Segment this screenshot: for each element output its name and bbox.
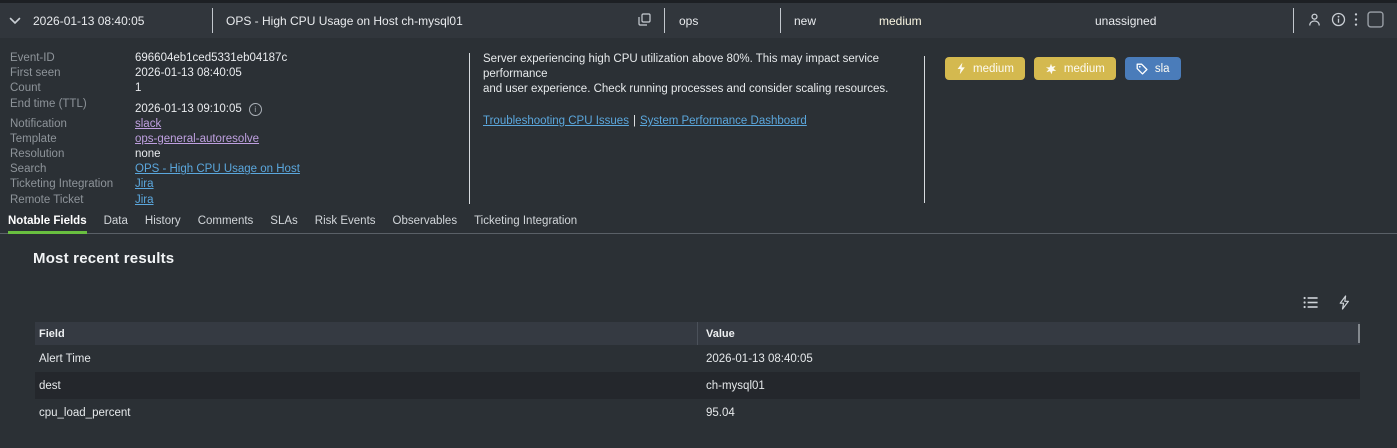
field-cell: dest	[39, 379, 61, 392]
chevron-down-icon	[9, 14, 21, 28]
documentation-links: Troubleshooting CPU Issues | System Perfor…	[483, 114, 928, 129]
collapse-chevron-button[interactable]	[0, 14, 30, 28]
detail-row-count: Count 1	[10, 81, 462, 96]
detail-label: Notification	[10, 117, 67, 130]
link-separator: |	[632, 115, 636, 127]
medium-badge[interactable]: medium	[1033, 57, 1116, 80]
table-row-dest[interactable]: dest ch-mysql01	[35, 372, 1360, 399]
sla-badge[interactable]: sla	[1124, 57, 1181, 80]
dashboard-link[interactable]: System Performance Dashboard	[640, 115, 807, 127]
owner-selector[interactable]: unassigned	[1081, 14, 1293, 28]
badge-label: medium	[1063, 62, 1105, 75]
header-action-icons	[1294, 10, 1397, 31]
detail-row-template: Template ops-general-autoresolve	[10, 132, 462, 147]
tab-comments[interactable]: Comments	[198, 211, 254, 234]
medium-badge[interactable]: medium	[945, 57, 1025, 80]
detail-label: Search	[10, 163, 47, 176]
field-cell: cpu_load_percent	[39, 406, 131, 419]
detail-label: Count	[10, 82, 41, 95]
tab-risk-events[interactable]: Risk Events	[315, 211, 376, 234]
detail-row-remote-ticket: Remote Ticket Jira	[10, 193, 462, 208]
column-header-field: Field	[39, 327, 65, 340]
detail-value-search[interactable]: OPS - High CPU Usage on Host	[135, 162, 300, 177]
value-cell: 95.04	[706, 406, 735, 419]
alert-timestamp: 2026-01-13 08:40:05	[33, 13, 145, 28]
tab-data[interactable]: Data	[104, 211, 128, 234]
detail-value-ticketing-integration[interactable]: Jira	[135, 177, 154, 192]
detail-value-end-time-ttl: 2026-01-13 09:10:05 i	[135, 102, 262, 117]
table-row-alert-time[interactable]: Alert Time 2026-01-13 08:40:05	[35, 345, 1360, 372]
alert-title-cell: OPS - High CPU Usage on Host ch-mysql01	[213, 12, 664, 29]
tab-ticketing-integration[interactable]: Ticketing Integration	[474, 211, 577, 234]
list-icon[interactable]	[1303, 296, 1318, 314]
detail-label: Remote Ticket	[10, 193, 84, 206]
badge-label: sla	[1154, 62, 1170, 75]
alert-header-bar: 2026-01-13 08:40:05 OPS - High CPU Usage…	[0, 0, 1397, 38]
detail-value-event-id: 696604eb1ced5331eb04187c	[135, 52, 288, 64]
detail-row-resolution: Resolution none	[10, 147, 462, 162]
results-heading: Most recent results	[33, 250, 175, 267]
detail-label: Template	[10, 132, 57, 145]
troubleshooting-link[interactable]: Troubleshooting CPU Issues	[483, 115, 629, 127]
detail-value-template[interactable]: ops-general-autoresolve	[135, 132, 259, 147]
tab-observables[interactable]: Observables	[393, 211, 458, 234]
scrollbar-thumb[interactable]	[1358, 324, 1360, 343]
detail-value-resolution: none	[135, 148, 161, 161]
detail-row-notification: Notification slack	[10, 117, 462, 132]
tab-slas[interactable]: SLAs	[270, 211, 298, 234]
detail-value-remote-ticket[interactable]: Jira	[135, 193, 154, 208]
table-header-row: Field Value	[35, 322, 1360, 345]
alert-description: Server experiencing high CPU utilization…	[483, 52, 928, 129]
detail-label: First seen	[10, 67, 61, 80]
tag-icon	[1136, 63, 1148, 75]
lightning-bolt-icon[interactable]	[1338, 295, 1350, 315]
description-line: and user experience. Check running proce…	[483, 83, 889, 95]
tab-bar: Notable Fields Data History Comments SLAs Ris…	[0, 211, 1397, 234]
tab-notable-fields[interactable]: Notable Fields	[8, 211, 87, 234]
alert-group: ops	[679, 13, 699, 28]
copy-icon[interactable]	[638, 12, 651, 29]
detail-value-count: 1	[135, 82, 142, 95]
table-actions	[1303, 295, 1350, 315]
kebab-menu-icon[interactable]	[1354, 12, 1358, 30]
column-header-value: Value	[706, 327, 735, 340]
detail-label: End time (TTL)	[10, 97, 87, 110]
table-body: Alert Time 2026-01-13 08:40:05 dest ch-mysq…	[35, 345, 1360, 426]
urgency-selector[interactable]: medium	[865, 3, 1081, 38]
tab-history[interactable]: History	[145, 211, 181, 234]
status-selector[interactable]: new	[781, 14, 865, 28]
detail-fields-panel: Event-ID 696604eb1ced5331eb04187c First se…	[10, 51, 462, 208]
alert-title: OPS - High CPU Usage on Host ch-mysql01	[226, 13, 463, 28]
info-icon: i	[248, 102, 262, 116]
detail-value-notification[interactable]: slack	[135, 117, 161, 132]
detail-label: Resolution	[10, 148, 65, 161]
value-cell: 2026-01-13 08:40:05	[706, 352, 813, 365]
badge-label: medium	[973, 62, 1014, 75]
detail-label: Ticketing Integration	[10, 178, 114, 191]
select-checkbox[interactable]	[1367, 10, 1384, 31]
field-cell: Alert Time	[39, 352, 91, 365]
divider	[469, 53, 470, 204]
alert-detail-page: 2026-01-13 08:40:05 OPS - High CPU Usage…	[0, 0, 1397, 448]
info-icon[interactable]	[1331, 12, 1346, 30]
description-line: Server experiencing high CPU utilization…	[483, 53, 880, 80]
detail-value-first-seen: 2026-01-13 08:40:05	[135, 67, 242, 80]
value-cell: ch-mysql01	[706, 379, 765, 392]
impact-icon	[1045, 63, 1057, 75]
detail-row-event-id: Event-ID 696604eb1ced5331eb04187c	[10, 51, 462, 66]
results-table: Field Value Alert Time 2026-01-13 08:40:0…	[35, 322, 1360, 426]
detail-row-end-time-ttl: End time (TTL) 2026-01-13 09:10:05 i	[10, 97, 462, 117]
badge-group: medium medium sla	[945, 57, 1181, 80]
lightning-icon	[956, 62, 966, 75]
user-icon[interactable]	[1307, 12, 1322, 30]
detail-row-search: Search OPS - High CPU Usage on Host	[10, 162, 462, 177]
detail-label: Event-ID	[10, 52, 55, 64]
detail-row-first-seen: First seen 2026-01-13 08:40:05	[10, 66, 462, 81]
table-row-cpu-load-percent[interactable]: cpu_load_percent 95.04	[35, 399, 1360, 426]
detail-row-ticketing-integration: Ticketing Integration Jira	[10, 177, 462, 192]
